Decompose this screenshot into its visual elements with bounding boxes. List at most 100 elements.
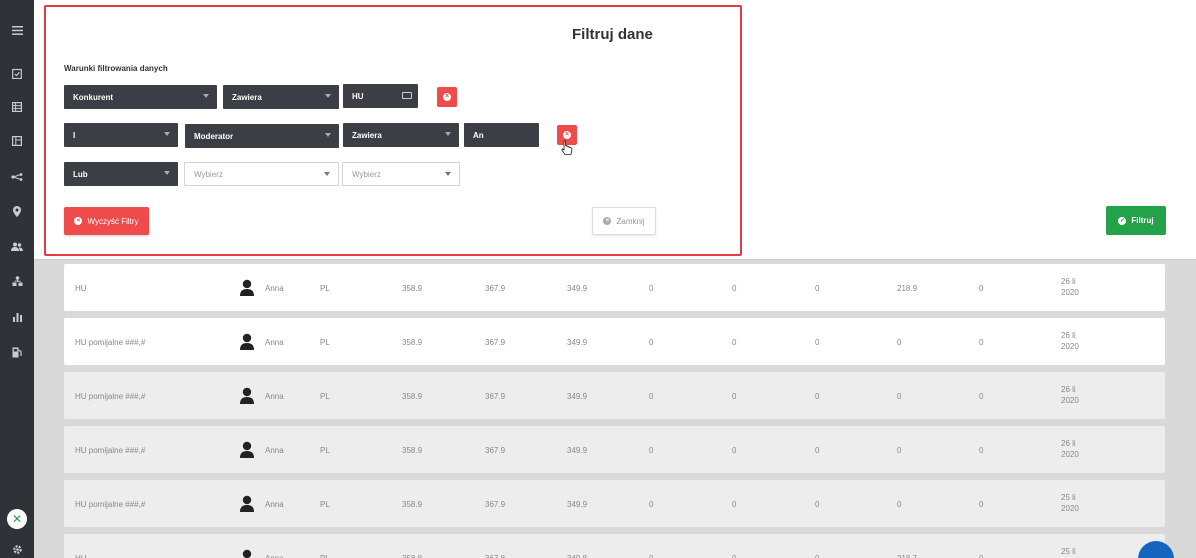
cell-value-1: 358.9 — [402, 446, 423, 455]
cell-value-1: 358.9 — [402, 392, 423, 401]
cell-value-4: 0 — [649, 284, 654, 293]
row1-operator-value: Zawiera — [232, 92, 262, 102]
cell-value-3: 349.9 — [567, 338, 588, 347]
cell-value-3: 349.9 — [567, 500, 588, 509]
menu-icon[interactable] — [0, 21, 34, 39]
cell-date-line2: 2020 — [1061, 288, 1079, 297]
cell-name: HU pomijalne ###,# — [75, 392, 146, 401]
cell-value-8: 0 — [979, 446, 984, 455]
location-pin-icon[interactable] — [0, 202, 34, 220]
cell-value-2: 367.8 — [485, 554, 505, 558]
cell-value-5: 0 — [732, 554, 736, 558]
cell-name: HU pomijalne ###,# — [75, 338, 146, 347]
hand-cursor-icon — [561, 140, 573, 155]
cell-value-7: 0 — [897, 500, 902, 509]
table-row[interactable]: HU Anna PL 358.8 367.8 349.8 0 0 0 218.7 0 25 li — [64, 534, 1165, 558]
cell-date-line1: 25 li — [1061, 493, 1076, 502]
cell-value-2: 367.9 — [485, 392, 506, 401]
cell-country: PL — [320, 500, 330, 509]
cell-date-line1: 25 li — [1061, 547, 1076, 556]
user-avatar-icon — [240, 495, 254, 512]
cell-value-3: 349.9 — [567, 392, 588, 401]
cell-user: Anna — [265, 284, 284, 293]
row1-field-value: Konkurent — [73, 92, 113, 102]
row1-field-select[interactable]: Konkurent — [64, 85, 217, 109]
cell-value-7: 218.9 — [897, 284, 918, 293]
chevron-down-icon — [203, 94, 209, 98]
row3-field-select[interactable]: Wybierz — [184, 162, 339, 186]
cell-value-7: 0 — [897, 392, 902, 401]
fuel-pump-icon[interactable] — [0, 343, 34, 361]
chevron-down-icon — [325, 94, 331, 98]
settings-icon[interactable] — [0, 540, 34, 558]
close-circle-icon: × — [443, 93, 451, 101]
cell-value-2: 367.9 — [485, 338, 506, 347]
cell-value-5: 0 — [732, 284, 737, 293]
cell-value-8: 0 — [979, 284, 984, 293]
user-avatar-icon — [240, 333, 254, 350]
row1-operator-select[interactable]: Zawiera — [223, 85, 339, 109]
close-dialog-button[interactable]: × Zamknij — [592, 207, 656, 235]
table-row[interactable]: HU Anna PL 358.9 367.9 349.9 0 0 0 218.9 0 26 li 202… — [64, 264, 1165, 311]
row1-value-input[interactable]: HU — [343, 84, 418, 108]
row1-value-text: HU — [352, 91, 364, 101]
row2-operator-select[interactable]: Zawiera — [343, 123, 459, 147]
table-row[interactable]: HU pomijalne ###,# Anna PL 358.9 367.9 349.9 0… — [64, 372, 1165, 419]
clear-filters-label: Wyczyść Filtry — [87, 216, 139, 226]
user-avatar-icon — [242, 549, 252, 558]
cell-value-7: 0 — [897, 446, 902, 455]
cell-user: Anna — [265, 554, 284, 558]
cell-value-6: 0 — [815, 500, 820, 509]
org-chart-icon[interactable] — [0, 272, 34, 290]
cell-date: 26 li 2020 — [1061, 276, 1081, 298]
cell-country: PL — [320, 446, 330, 455]
cell-value-3: 349.9 — [567, 446, 588, 455]
chevron-down-icon — [445, 132, 451, 136]
close-circle-icon: × — [563, 131, 571, 139]
cell-date: 26 li 2020 — [1061, 330, 1081, 352]
cell-value-3: 349.9 — [567, 284, 588, 293]
bar-chart-icon[interactable] — [0, 308, 34, 326]
cell-value-8: 0 — [979, 338, 984, 347]
cell-value-6: 0 — [815, 392, 820, 401]
chevron-down-icon — [164, 132, 170, 136]
cell-date: 26 li 2020 — [1061, 384, 1081, 406]
cell-value-2: 367.9 — [485, 284, 506, 293]
cell-country: PL — [320, 392, 330, 401]
row3-field-placeholder: Wybierz — [194, 169, 223, 179]
cell-value-7: 0 — [897, 338, 902, 347]
row2-connector-value: I — [73, 130, 76, 140]
row1-delete-button[interactable]: × — [437, 87, 457, 107]
layout-icon[interactable] — [0, 132, 34, 150]
row2-field-select[interactable]: Moderator — [185, 124, 339, 148]
row3-operator-select[interactable]: Wybierz — [342, 162, 460, 186]
cell-value-4: 0 — [649, 392, 654, 401]
table-row[interactable]: HU pomijalne ###,# Anna PL 358.9 367.9 349.9 0… — [64, 480, 1165, 527]
cell-user: Anna — [265, 500, 284, 509]
clipboard-check-icon[interactable] — [0, 64, 34, 82]
table-icon[interactable] — [0, 98, 34, 116]
user-avatar-icon — [240, 387, 254, 404]
filter-apply-label: Filtruj — [1131, 216, 1154, 225]
cell-value-8: 0 — [979, 500, 984, 509]
cell-country: PL — [320, 338, 330, 347]
table-row[interactable]: HU pomijalne ###,# Anna PL 358.9 367.9 349.9 0… — [64, 426, 1165, 473]
cell-value-3: 349.8 — [567, 554, 587, 558]
connections-icon[interactable] — [0, 168, 34, 186]
sidebar: ✕ — [0, 0, 34, 558]
cell-date-line2: 2020 — [1061, 396, 1079, 405]
cell-date-line1: 26 li — [1061, 385, 1076, 394]
row3-connector-select[interactable]: Lub — [64, 162, 178, 186]
cell-date: 25 li 2020 — [1061, 492, 1081, 514]
filter-apply-button[interactable]: ✓ Filtruj — [1106, 206, 1166, 235]
table-row[interactable]: HU pomijalne ###,# Anna PL 358.9 367.9 349.9 0… — [64, 318, 1165, 365]
clear-filters-button[interactable]: × Wyczyść Filtry — [64, 207, 149, 235]
app-logo-icon[interactable]: ✕ — [7, 509, 27, 529]
row2-value-input[interactable]: An — [464, 123, 539, 147]
users-icon[interactable] — [0, 237, 34, 255]
row2-connector-select[interactable]: I — [64, 123, 178, 147]
row2-value-text: An — [473, 130, 484, 140]
cell-value-6: 0 — [815, 338, 820, 347]
cell-value-2: 367.9 — [485, 446, 506, 455]
chevron-down-icon — [325, 133, 331, 137]
